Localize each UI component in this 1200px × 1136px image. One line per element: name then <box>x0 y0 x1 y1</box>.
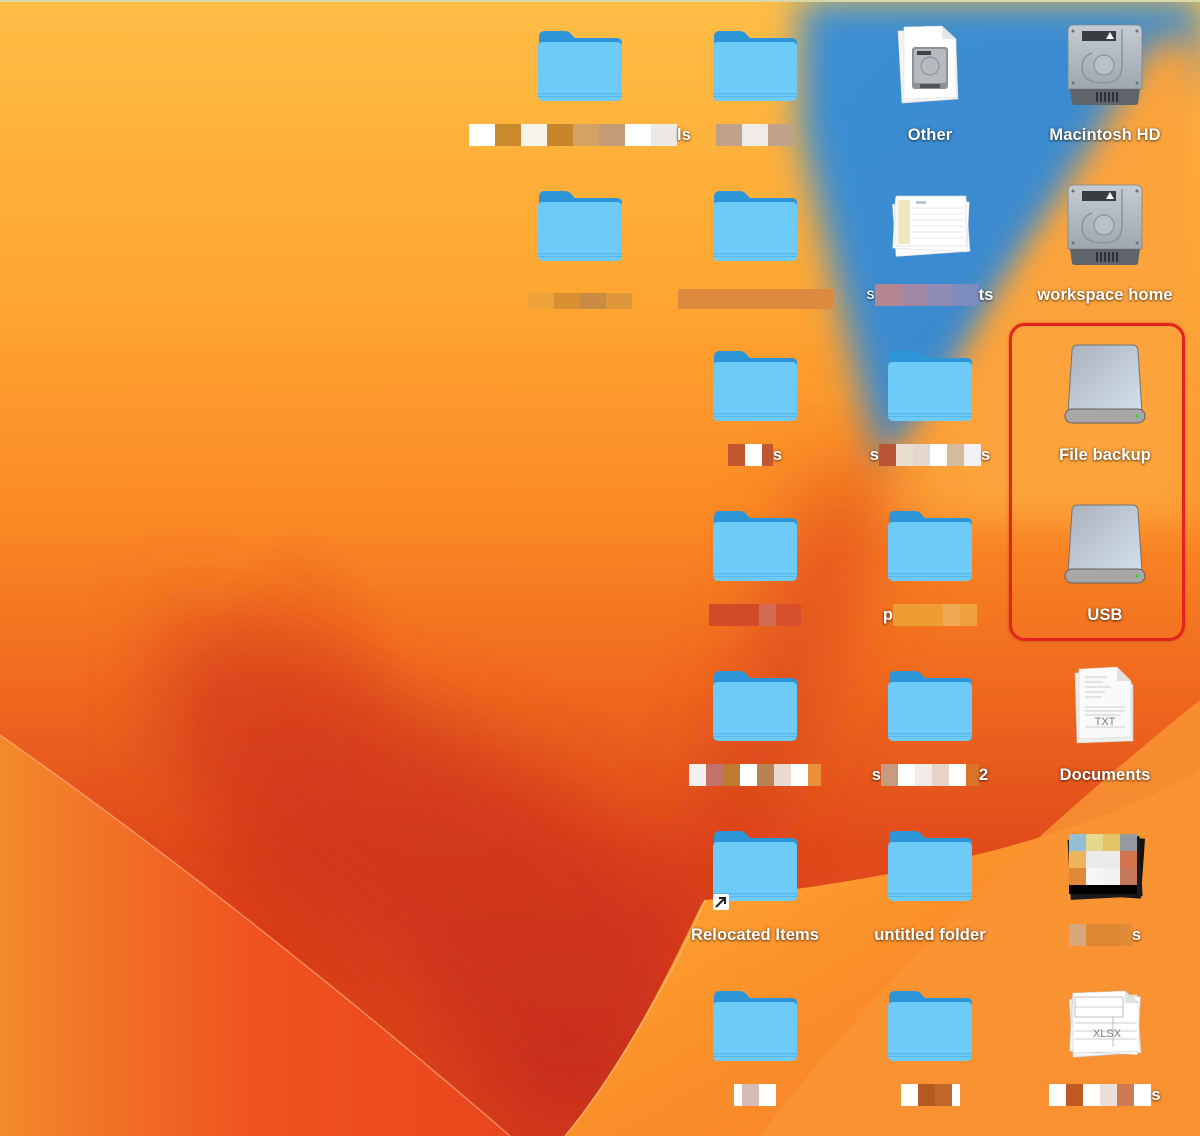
file-label-redacted: ls <box>469 124 691 146</box>
file-label-redacted <box>528 290 632 312</box>
desktop-folder-r3c2[interactable]: s <box>670 340 840 490</box>
spreadsheet-documents-icon <box>880 180 980 270</box>
desktop-folder-relocated-items[interactable]: Relocated Items <box>670 820 840 970</box>
txt-documents-icon: TXT <box>1055 660 1155 750</box>
label-prefix: s <box>871 765 881 784</box>
desktop-folder-r1c1[interactable]: ls <box>469 20 691 170</box>
desktop-folder-r3c3[interactable]: ss <box>845 340 1015 490</box>
folder-icon <box>705 340 805 430</box>
external-drives-highlight-box <box>1009 323 1185 641</box>
desktop-item-r6c4[interactable]: s <box>1020 820 1190 970</box>
top-edge <box>0 0 1200 2</box>
desktop-folder-r7c3[interactable] <box>845 980 1015 1130</box>
label-prefix: p <box>882 605 894 624</box>
internal-hard-drive-icon <box>1055 180 1155 270</box>
desktop-drive-workspace-home[interactable]: workspace home <box>1020 180 1190 330</box>
desktop-item-r2c3[interactable]: Sts <box>845 180 1015 330</box>
item-label-documents: Documents <box>1059 765 1151 784</box>
folder-icon <box>530 180 630 270</box>
desktop-folder-r2c2[interactable] <box>670 180 840 330</box>
label-suffix: s <box>981 445 991 464</box>
file-label-redacted: ss <box>870 444 991 466</box>
file-label-redacted: s2 <box>872 764 989 786</box>
label-suffix: s <box>1151 1085 1161 1104</box>
desktop-folder-r4c3[interactable]: p <box>845 500 1015 650</box>
desktop-item-other[interactable]: Other <box>845 20 1015 170</box>
folder-icon <box>880 660 980 750</box>
label-suffix: ts <box>978 285 994 304</box>
xlsx-badge: XLSX <box>1093 1028 1122 1040</box>
internal-hard-drive-icon <box>1055 20 1155 110</box>
file-label-redacted: p <box>882 604 978 626</box>
item-label-relocated-items: Relocated Items <box>690 925 820 944</box>
folder-icon <box>705 820 805 910</box>
desktop-folder-r4c2[interactable] <box>670 500 840 650</box>
desktop-folder-r1c2[interactable] <box>670 20 840 170</box>
item-label-untitled-folder: untitled folder <box>874 925 986 944</box>
file-label-redacted: s <box>1068 924 1142 946</box>
label-suffix: s <box>772 445 783 464</box>
desktop-folder-r5c3[interactable]: s2 <box>845 660 1015 810</box>
file-label-redacted: s <box>727 444 783 466</box>
desktop-item-r7c4[interactable]: XLSX s <box>1020 980 1190 1130</box>
desktop[interactable]: ls Other Macintosh HD S ts workspace hom… <box>0 0 1200 1136</box>
folder-icon <box>705 660 805 750</box>
txt-badge: TXT <box>1095 716 1116 728</box>
disk-image-document-icon <box>880 20 980 110</box>
folder-icon <box>705 980 805 1070</box>
item-label-macintosh-hd: Macintosh HD <box>1049 125 1161 144</box>
alias-arrow-icon <box>713 894 729 910</box>
folder-icon <box>705 20 805 110</box>
folder-icon <box>705 500 805 590</box>
desktop-drive-macintosh-hd[interactable]: Macintosh HD <box>1020 20 1190 170</box>
file-label-redacted <box>709 604 801 626</box>
desktop-folder-r7c2[interactable] <box>670 980 840 1130</box>
file-label-redacted: s <box>1049 1084 1161 1106</box>
label-suffix: 2 <box>979 765 989 784</box>
folder-icon <box>880 980 980 1070</box>
folder-icon <box>880 340 980 430</box>
file-label-redacted <box>716 124 794 146</box>
file-label-redacted: Sts <box>867 284 994 306</box>
image-stack-icon <box>1055 820 1155 910</box>
desktop-folder-r5c2[interactable] <box>670 660 840 810</box>
label-suffix: s <box>1131 925 1142 944</box>
folder-icon <box>705 180 805 270</box>
label-prefix: S <box>866 288 875 302</box>
folder-icon <box>530 20 630 110</box>
xlsx-documents-icon: XLSX <box>1055 980 1155 1070</box>
file-label-redacted <box>689 764 821 786</box>
file-label-redacted <box>900 1084 960 1106</box>
label-prefix: s <box>869 445 879 464</box>
folder-icon <box>880 500 980 590</box>
desktop-item-documents[interactable]: TXT Documents <box>1020 660 1190 810</box>
item-label-workspace-home: workspace home <box>1037 285 1173 304</box>
file-label-redacted <box>677 288 833 310</box>
file-label-redacted <box>734 1084 776 1106</box>
desktop-folder-untitled-folder[interactable]: untitled folder <box>845 820 1015 970</box>
item-label-other: Other <box>907 125 953 144</box>
folder-icon <box>880 820 980 910</box>
desktop-folder-r2c1[interactable] <box>495 180 665 330</box>
